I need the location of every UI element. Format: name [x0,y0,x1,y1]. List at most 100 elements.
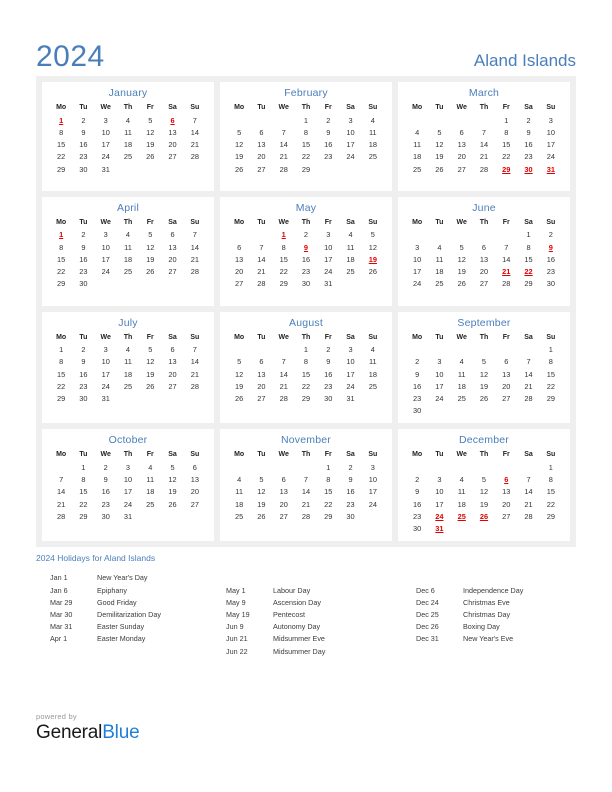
day-cell[interactable]: 5 [473,474,495,486]
day-cell[interactable]: 14 [517,486,539,498]
day-cell[interactable]: 21 [184,139,206,151]
day-cell[interactable]: 28 [295,511,317,523]
day-cell[interactable]: 23 [295,266,317,278]
day-cell[interactable]: 3 [339,344,361,356]
day-cell-holiday[interactable]: 1 [50,229,72,241]
day-cell[interactable]: 16 [406,381,428,393]
day-cell[interactable]: 17 [362,486,384,498]
day-cell[interactable]: 27 [228,278,250,290]
day-cell[interactable]: 17 [339,368,361,380]
day-cell[interactable]: 17 [117,486,139,498]
day-cell[interactable]: 1 [295,114,317,126]
day-cell[interactable]: 19 [473,381,495,393]
day-cell[interactable]: 6 [495,356,517,368]
day-cell[interactable]: 14 [273,368,295,380]
day-cell[interactable]: 16 [72,368,94,380]
day-cell[interactable]: 6 [273,474,295,486]
day-cell[interactable]: 22 [50,266,72,278]
day-cell[interactable]: 10 [540,127,562,139]
day-cell[interactable]: 21 [184,368,206,380]
day-cell[interactable]: 23 [406,511,428,523]
day-cell[interactable]: 8 [540,474,562,486]
day-cell[interactable]: 28 [273,393,295,405]
day-cell[interactable]: 30 [339,511,361,523]
day-cell[interactable]: 2 [72,344,94,356]
day-cell[interactable]: 16 [317,139,339,151]
day-cell[interactable]: 9 [95,474,117,486]
day-cell[interactable]: 21 [295,498,317,510]
day-cell-holiday[interactable]: 29 [495,163,517,175]
day-cell[interactable]: 18 [451,498,473,510]
day-cell[interactable]: 12 [228,368,250,380]
day-cell[interactable]: 26 [473,393,495,405]
day-cell[interactable]: 20 [495,498,517,510]
day-cell[interactable]: 19 [250,498,272,510]
day-cell[interactable]: 15 [540,486,562,498]
day-cell[interactable]: 21 [473,151,495,163]
day-cell[interactable]: 6 [228,241,250,253]
day-cell[interactable]: 21 [184,254,206,266]
day-cell[interactable]: 17 [95,368,117,380]
day-cell[interactable]: 30 [95,511,117,523]
day-cell[interactable]: 7 [517,356,539,368]
day-cell[interactable]: 24 [95,266,117,278]
day-cell[interactable]: 3 [428,356,450,368]
day-cell[interactable]: 19 [428,151,450,163]
day-cell[interactable]: 27 [473,278,495,290]
day-cell[interactable]: 30 [540,278,562,290]
day-cell[interactable]: 12 [228,139,250,151]
day-cell[interactable]: 17 [406,266,428,278]
day-cell[interactable]: 26 [139,151,161,163]
day-cell[interactable]: 25 [117,381,139,393]
day-cell[interactable]: 4 [451,474,473,486]
day-cell[interactable]: 13 [273,486,295,498]
day-cell[interactable]: 21 [273,381,295,393]
day-cell[interactable]: 26 [228,393,250,405]
day-cell[interactable]: 10 [95,356,117,368]
day-cell[interactable]: 4 [428,241,450,253]
day-cell[interactable]: 30 [406,523,428,535]
day-cell[interactable]: 18 [139,486,161,498]
day-cell[interactable]: 11 [228,486,250,498]
day-cell[interactable]: 2 [317,114,339,126]
day-cell[interactable]: 1 [50,344,72,356]
day-cell[interactable]: 16 [95,486,117,498]
day-cell[interactable]: 2 [72,114,94,126]
day-cell-holiday[interactable]: 30 [517,163,539,175]
day-cell[interactable]: 3 [362,462,384,474]
day-cell[interactable]: 11 [406,139,428,151]
day-cell[interactable]: 20 [228,266,250,278]
day-cell[interactable]: 13 [495,368,517,380]
day-cell[interactable]: 27 [495,511,517,523]
day-cell[interactable]: 7 [184,229,206,241]
day-cell[interactable]: 29 [317,511,339,523]
day-cell[interactable]: 5 [139,114,161,126]
day-cell[interactable]: 15 [50,368,72,380]
day-cell[interactable]: 19 [228,151,250,163]
day-cell-holiday[interactable]: 6 [495,474,517,486]
day-cell[interactable]: 31 [95,393,117,405]
day-cell[interactable]: 12 [139,356,161,368]
day-cell[interactable]: 26 [250,511,272,523]
day-cell[interactable]: 29 [295,163,317,175]
day-cell[interactable]: 8 [50,356,72,368]
day-cell[interactable]: 16 [317,368,339,380]
day-cell[interactable]: 3 [540,114,562,126]
day-cell[interactable]: 2 [540,229,562,241]
day-cell[interactable]: 13 [161,127,183,139]
day-cell[interactable]: 2 [295,229,317,241]
day-cell[interactable]: 21 [50,498,72,510]
day-cell[interactable]: 12 [139,241,161,253]
day-cell[interactable]: 16 [540,254,562,266]
day-cell[interactable]: 4 [117,229,139,241]
day-cell[interactable]: 8 [50,127,72,139]
day-cell[interactable]: 4 [339,229,361,241]
day-cell[interactable]: 12 [139,127,161,139]
day-cell[interactable]: 4 [228,474,250,486]
day-cell[interactable]: 20 [161,368,183,380]
day-cell[interactable]: 16 [517,139,539,151]
day-cell[interactable]: 19 [473,498,495,510]
day-cell-holiday[interactable]: 24 [428,511,450,523]
day-cell[interactable]: 24 [428,393,450,405]
day-cell[interactable]: 8 [317,474,339,486]
